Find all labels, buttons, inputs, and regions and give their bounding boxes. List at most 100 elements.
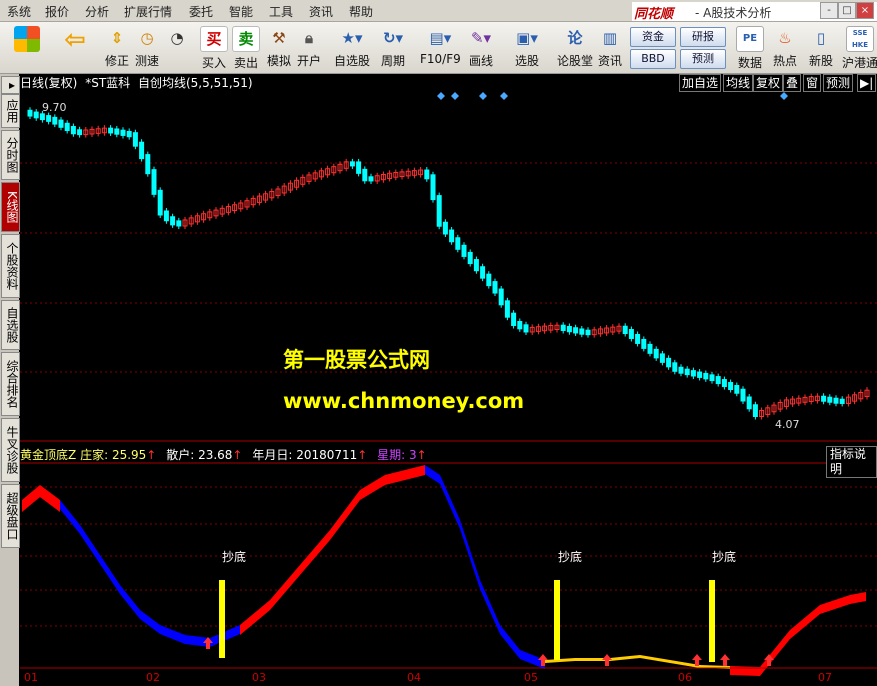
indicator-band (240, 465, 425, 635)
candle-body (461, 244, 467, 257)
bottom-signal-label: 抄底 (222, 550, 247, 564)
candle-body (362, 168, 368, 182)
candle-body (715, 376, 721, 385)
event-diamond-icon (479, 92, 487, 100)
event-diamond-icon (780, 92, 788, 100)
indicator-header: 黄金顶底Z 庄家: 25.95↑ 散户: 23.68↑ 年月日: 2018071… (20, 446, 427, 463)
candle-body (511, 312, 517, 326)
x-axis-label: 06 (678, 671, 692, 684)
candle-body (827, 396, 833, 403)
candle-body (46, 115, 52, 122)
candle-body (39, 113, 45, 121)
candle-body (579, 328, 585, 335)
forecast-chart-button[interactable]: 预测 (823, 74, 854, 92)
candle-body (170, 216, 176, 226)
candle-body (70, 126, 76, 135)
up-arrow-icon: ↑ (232, 448, 243, 462)
candle-body (666, 357, 672, 368)
x-axis-label: 02 (146, 671, 160, 684)
chart-canvas[interactable] (0, 0, 877, 686)
x-axis-label: 04 (407, 671, 421, 684)
candle-body (746, 396, 752, 410)
candle-body (436, 195, 442, 227)
bottom-signal-bar (554, 580, 560, 660)
retail-value: 23.68 (198, 448, 233, 462)
indicator-help-button[interactable]: 指标说明 (826, 446, 877, 478)
candle-body (114, 128, 120, 135)
x-axis-label: 03 (252, 671, 266, 684)
candle-body (573, 327, 579, 334)
candle-body (566, 325, 572, 333)
up-arrow-icon: ↑ (357, 448, 368, 462)
indicator-band (22, 485, 60, 512)
candle-body (368, 176, 374, 182)
window-button[interactable]: 窗 (803, 74, 822, 92)
candle-body (64, 122, 70, 132)
period-label[interactable]: 日线(复权) (20, 76, 77, 90)
play-icon[interactable]: ▶| (857, 74, 877, 92)
candle-body (442, 221, 448, 235)
candle-body (58, 119, 64, 128)
event-diamond-icon (500, 92, 508, 100)
candle-body (455, 237, 461, 250)
candle-body (33, 111, 39, 119)
event-diamond-icon (437, 92, 445, 100)
candle-body (139, 141, 145, 160)
candle-body (752, 404, 758, 417)
candle-body (467, 251, 473, 265)
indicator-band (545, 655, 730, 669)
candle-body (585, 329, 591, 336)
candle-body (108, 127, 114, 134)
watermark-url: www.chnmoney.com (283, 389, 525, 413)
candle-body (653, 348, 659, 359)
candle-body (52, 116, 58, 125)
candle-body (77, 129, 83, 136)
high-price-label: 9.70 (42, 101, 67, 114)
bottom-signal-bar (219, 580, 225, 658)
indicator-name[interactable]: 自创均线(5,5,51,51) (138, 76, 253, 90)
candle-body (721, 379, 727, 388)
candle-body (492, 281, 498, 294)
candle-body (734, 385, 740, 394)
overlay-button[interactable]: 叠 (783, 74, 802, 92)
candle-body (504, 300, 510, 318)
ma-button[interactable]: 均线 (723, 74, 754, 92)
candle-body (697, 371, 703, 378)
candle-body (120, 129, 126, 136)
candle-body (132, 132, 138, 147)
up-arrows (203, 637, 774, 666)
candle-body (449, 229, 455, 243)
date-value: 20180711 (296, 448, 358, 462)
candle-body (126, 130, 132, 138)
chart-header: 日线(复权) *ST蓝科 自创均线(5,5,51,51) (20, 74, 253, 92)
bottom-signals (219, 580, 715, 662)
weekday-value: 3 (409, 448, 417, 462)
candle-body (473, 259, 479, 272)
candle-body (517, 320, 523, 330)
candle-body (424, 169, 430, 180)
candle-body (157, 189, 163, 216)
candle-body (145, 154, 151, 175)
candle-body (622, 325, 628, 335)
candle-body (27, 109, 33, 117)
candle-body (176, 220, 182, 227)
adjust-button[interactable]: 复权 (753, 74, 784, 92)
candle-body (821, 395, 827, 402)
candle-body (560, 324, 566, 331)
bottom-signal-label: 抄底 (558, 550, 583, 564)
up-arrow-icon: ↑ (416, 448, 427, 462)
candle-body (635, 333, 641, 344)
buy-arrow-icon (602, 654, 612, 666)
candle-body (703, 372, 709, 380)
indicator-band (730, 592, 866, 676)
indicator-item-label: 庄家: (80, 448, 109, 462)
add-watchlist-button[interactable]: 加自选 (679, 74, 722, 92)
candle-body (430, 174, 436, 201)
candle-body (356, 161, 362, 174)
indicator-band (425, 465, 545, 669)
candle-body (628, 329, 634, 339)
candle-body (839, 398, 845, 404)
x-axis-label: 07 (818, 671, 832, 684)
candle-body (480, 266, 486, 279)
candle-body (498, 288, 504, 306)
